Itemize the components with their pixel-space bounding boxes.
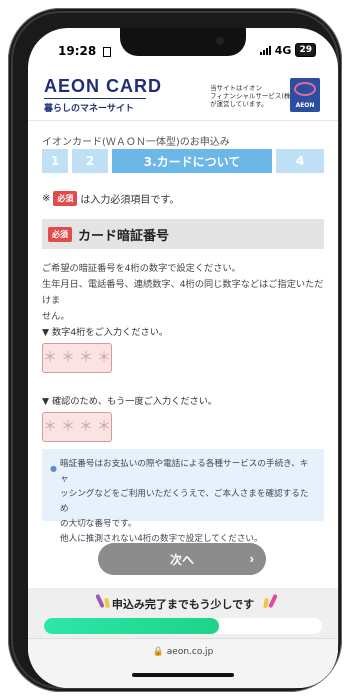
required-note: ※ 必須 は入力必須項目です。 (42, 191, 179, 206)
logo-sub-text: 暮らしのマネーサイト (44, 104, 134, 114)
step-label: 2 (85, 154, 95, 168)
battery-icon: 29 (295, 43, 316, 57)
portrait-lock-icon (103, 46, 112, 57)
aeon-emblem-logo: AEON (290, 78, 320, 112)
step-4: 4 (276, 149, 324, 173)
description-line: せん。 (42, 311, 70, 322)
pin-field-label: ▼ 数字4桁をご入力ください。 (42, 327, 169, 338)
description-line: ご希望の暗証番号を4桁の数字で設定ください。 (42, 263, 241, 274)
confirm-field-label: ▼ 確認のため、もう一度ご入力ください。 (42, 396, 218, 407)
logo-underline (44, 98, 146, 99)
signal-icon (259, 45, 271, 55)
url-text: aeon.co.jp (166, 647, 214, 657)
progress-label: 申込み完了までもう少しです (111, 598, 255, 611)
browser-url-bar[interactable]: 🔒 aeon.co.jp (28, 638, 338, 688)
operator-note-line: が運営しています。 (210, 100, 268, 108)
step-label: 3.カードについて (143, 154, 241, 169)
required-note-mark: ※ (42, 193, 51, 204)
step-label: 1 (50, 154, 60, 168)
step-3-current: 3.カードについて (112, 149, 272, 173)
aeon-emblem-text: AEON (295, 102, 315, 109)
status-time: 19:28 (58, 44, 112, 58)
step-indicator: 1 2 3.カードについて 4 (42, 149, 324, 173)
home-indicator[interactable] (132, 673, 234, 677)
status-indicators: 4G 29 (259, 43, 316, 57)
bullet-icon: ● (50, 464, 57, 473)
site-header: AEON CARD 暮らしのマネーサイト 当サイトはイオン フィナンシャルサービ… (28, 68, 338, 121)
chevron-right-icon: › (249, 551, 254, 566)
info-line: 暗証番号はお支払いの際や電話による各種サービスの手続き、キャ (60, 459, 309, 484)
main-content: イオンカード(ＷＡＯＮ一体型)のお申込み 1 2 3.カードについて 4 ※ 必… (28, 121, 338, 658)
logo-main-text: AEON CARD (44, 76, 163, 96)
pin-input[interactable] (42, 343, 112, 373)
required-badge: 必須 (53, 191, 78, 206)
notch (120, 28, 246, 56)
step-label: 4 (295, 154, 305, 168)
info-line: の大切な番号です。 (60, 519, 137, 529)
screen: 19:28 4G 29 AEON CARD 暮らしのマネーサイト 当サイトはイオ… (28, 28, 338, 688)
required-badge: 必須 (48, 226, 72, 242)
info-line: ッシングなどをご利用いただくうえで、ご本人さまを確認するため (60, 489, 309, 514)
url-display[interactable]: 🔒 aeon.co.jp (28, 647, 338, 657)
pin-description: ご希望の暗証番号を4桁の数字で設定ください。 生年月日、電話番号、連続数字、4桁… (42, 261, 324, 325)
required-note-text: は入力必須項目です。 (80, 195, 180, 206)
breadcrumb: イオンカード(ＷＡＯＮ一体型)のお申込み (42, 137, 230, 148)
next-button[interactable]: 次へ › (98, 543, 266, 575)
step-1: 1 (42, 149, 68, 173)
aeon-card-logo[interactable]: AEON CARD 暮らしのマネーサイト (44, 76, 162, 114)
description-line: 生年月日、電話番号、連続数字、4桁の同じ数字などはご指定いただけま (42, 279, 324, 306)
section-header: 必須 カード暗証番号 (42, 219, 324, 249)
pin-confirm-input[interactable] (42, 412, 112, 442)
pin-info-box: ● 暗証番号はお支払いの際や電話による各種サービスの手続き、キャ ッシングなどを… (42, 449, 324, 544)
step-2: 2 (72, 149, 108, 173)
operator-note: 当サイトはイオン フィナンシャルサービス(株) が運営しています。 (210, 84, 293, 108)
section-title: カード暗証番号 (78, 228, 170, 244)
next-button-label: 次へ (169, 552, 194, 567)
network-type: 4G (274, 43, 292, 57)
operator-note-line: フィナンシャルサービス(株) (210, 92, 293, 100)
phone-frame: 19:28 4G 29 AEON CARD 暮らしのマネーサイト 当サイトはイオ… (8, 8, 342, 692)
camera-icon (216, 37, 224, 45)
progress-fill (44, 618, 220, 634)
clock: 19:28 (58, 44, 97, 58)
operator-note-line: 当サイトはイオン (210, 84, 262, 92)
progress-track (44, 618, 322, 634)
